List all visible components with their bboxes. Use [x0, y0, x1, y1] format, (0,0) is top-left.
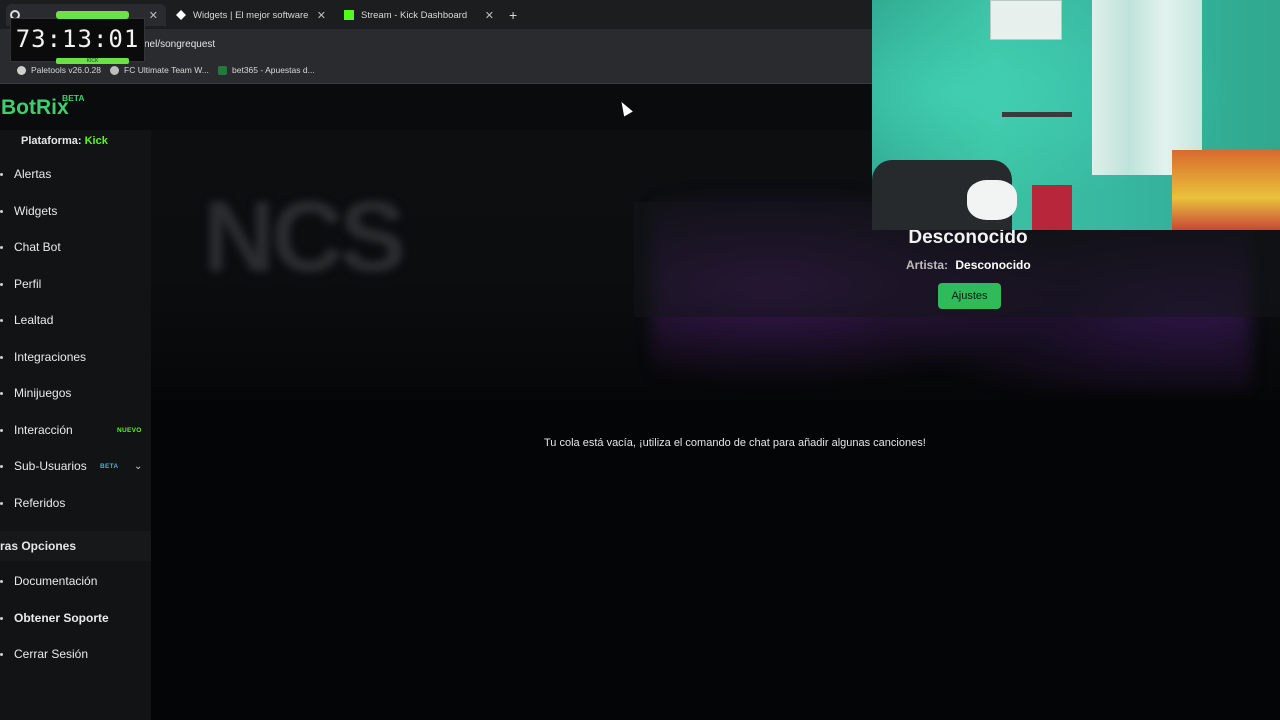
bullet-icon: [0, 616, 3, 620]
song-title: Desconocido: [908, 227, 1028, 248]
sidebar-item-obtener-soporte[interactable]: Obtener Soporte: [0, 603, 151, 633]
sidebar-item-integraciones[interactable]: Integraciones: [0, 342, 151, 372]
sidebar-item-label: Integraciones: [14, 350, 87, 364]
app-header: BotRix BETA: [0, 84, 872, 131]
chevron-down-icon[interactable]: ⌄: [134, 461, 142, 472]
close-tab-icon[interactable]: ✕: [485, 9, 494, 22]
webcam-overlay: [872, 0, 1280, 230]
platform-label: Plataforma:: [21, 135, 82, 147]
sidebar-item-label: Perfil: [14, 277, 42, 291]
artist-label: Artista:: [906, 258, 949, 272]
sidebar-item-label: Widgets: [14, 204, 58, 218]
sidebar-item-documentacion[interactable]: Documentación: [0, 566, 151, 596]
new-badge: NUEVO: [117, 426, 142, 434]
bookmark-fc-ultimate[interactable]: FC Ultimate Team W...: [110, 65, 209, 75]
sidebar-item-label: Sub-Usuarios: [14, 459, 87, 473]
tab-title: Widgets | El mejor software pa: [193, 9, 311, 21]
sidebar-item-referidos[interactable]: Referidos: [0, 488, 151, 518]
beta-badge: BETA: [100, 462, 119, 470]
sidebar-item-label: Referidos: [14, 496, 66, 510]
other-options-section-title: ras Opciones: [0, 531, 151, 561]
bet365-favicon-icon: [218, 65, 227, 75]
artist-value: Desconocido: [955, 258, 1031, 272]
new-tab-button[interactable]: +: [509, 4, 523, 26]
tab-title: Stream - Kick Dashboard: [361, 9, 468, 21]
bookmark-bet365[interactable]: bet365 - Apuestas d...: [218, 65, 315, 75]
logo-beta-badge: BETA: [62, 93, 85, 103]
bullet-icon: [0, 282, 3, 286]
bookmark-label: FC Ultimate Team W...: [124, 65, 209, 75]
sidebar-item-widgets[interactable]: Widgets: [0, 196, 151, 226]
kick-favicon-icon: [344, 10, 354, 20]
botrix-logo[interactable]: BotRix: [1, 96, 69, 120]
url-field[interactable]: nel/songrequest: [144, 39, 215, 50]
bookmark-label: Paletools v26.0.28: [31, 65, 101, 75]
webcam-plush-toy: [967, 180, 1017, 220]
close-tab-icon[interactable]: ✕: [317, 9, 326, 22]
section-title-text: ras Opciones: [0, 539, 77, 553]
sidebar-item-perfil[interactable]: Perfil: [0, 269, 151, 299]
bullet-icon: [0, 391, 3, 395]
bookmark-paletools[interactable]: Paletools v26.0.28: [17, 65, 101, 75]
bullet-icon: [0, 579, 3, 583]
platform-indicator: Plataforma: Kick: [21, 135, 108, 147]
sidebar-item-label: Alertas: [14, 167, 52, 181]
timer-top-bar: [56, 11, 129, 19]
sidebar-item-minijuegos[interactable]: Minijuegos: [0, 378, 151, 408]
browser-tab-kick[interactable]: Stream - Kick Dashboard ✕: [344, 4, 494, 26]
artist-line: Artista: Desconocido: [906, 258, 1031, 272]
stream-timer-overlay: 73:13:01 KICK: [10, 11, 145, 64]
webcam-curtain: [1092, 0, 1202, 175]
bookmark-favicon-icon: [110, 65, 119, 75]
bullet-icon: [0, 428, 3, 432]
bookmark-label: bet365 - Apuestas d...: [232, 65, 315, 75]
bullet-icon: [0, 355, 3, 359]
settings-button[interactable]: Ajustes: [938, 283, 1001, 309]
sidebar-item-label: Interacción: [14, 423, 73, 437]
bullet-icon: [0, 652, 3, 656]
timer-value: 73:13:01: [15, 25, 140, 53]
bullet-icon: [0, 209, 3, 213]
sidebar-item-label: Minijuegos: [14, 386, 72, 400]
sidebar-item-chat-bot[interactable]: Chat Bot: [0, 232, 151, 262]
sidebar-item-interaccion[interactable]: Interacción NUEVO: [0, 415, 151, 445]
browser-tab-widgets[interactable]: Widgets | El mejor software pa ✕: [176, 4, 326, 26]
webcam-shelf: [1002, 112, 1072, 117]
sidebar-item-label: Documentación: [14, 574, 98, 588]
bullet-icon: [0, 318, 3, 322]
sidebar-item-alertas[interactable]: Alertas: [0, 159, 151, 189]
webcam-desk: [1032, 185, 1072, 230]
bookmarks-bar: Paletools v26.0.28 FC Ultimate Team W...…: [0, 59, 872, 84]
bookmark-favicon-icon: [17, 65, 26, 75]
close-tab-icon[interactable]: ✕: [149, 9, 158, 22]
sidebar-item-label: Lealtad: [14, 313, 54, 327]
sidebar-item-label: Obtener Soporte: [14, 611, 109, 625]
webcam-air-conditioner: [990, 0, 1062, 40]
timer-bottom-label: KICK: [56, 58, 129, 64]
sidebar-item-label: Chat Bot: [14, 240, 61, 254]
bullet-icon: [0, 464, 3, 468]
bullet-icon: [0, 501, 3, 505]
webcam-bed: [1172, 150, 1280, 230]
blurred-album-art: NCS: [203, 181, 406, 293]
bullet-icon: [0, 245, 3, 249]
sidebar: Plataforma: Kick Alertas Widgets Chat Bo…: [0, 130, 151, 720]
sidebar-item-cerrar-sesion[interactable]: Cerrar Sesión: [0, 639, 151, 669]
sidebar-item-lealtad[interactable]: Lealtad: [0, 305, 151, 335]
sidebar-item-label: Cerrar Sesión: [14, 647, 89, 661]
botrix-favicon-icon: [176, 10, 186, 20]
platform-value: Kick: [84, 135, 108, 147]
sidebar-item-sub-usuarios[interactable]: Sub-Usuarios BETA ⌄: [0, 451, 151, 481]
bullet-icon: [0, 172, 3, 176]
queue-empty-message: Tu cola está vacía, ¡utiliza el comando …: [544, 437, 926, 449]
plus-icon: +: [509, 7, 518, 23]
